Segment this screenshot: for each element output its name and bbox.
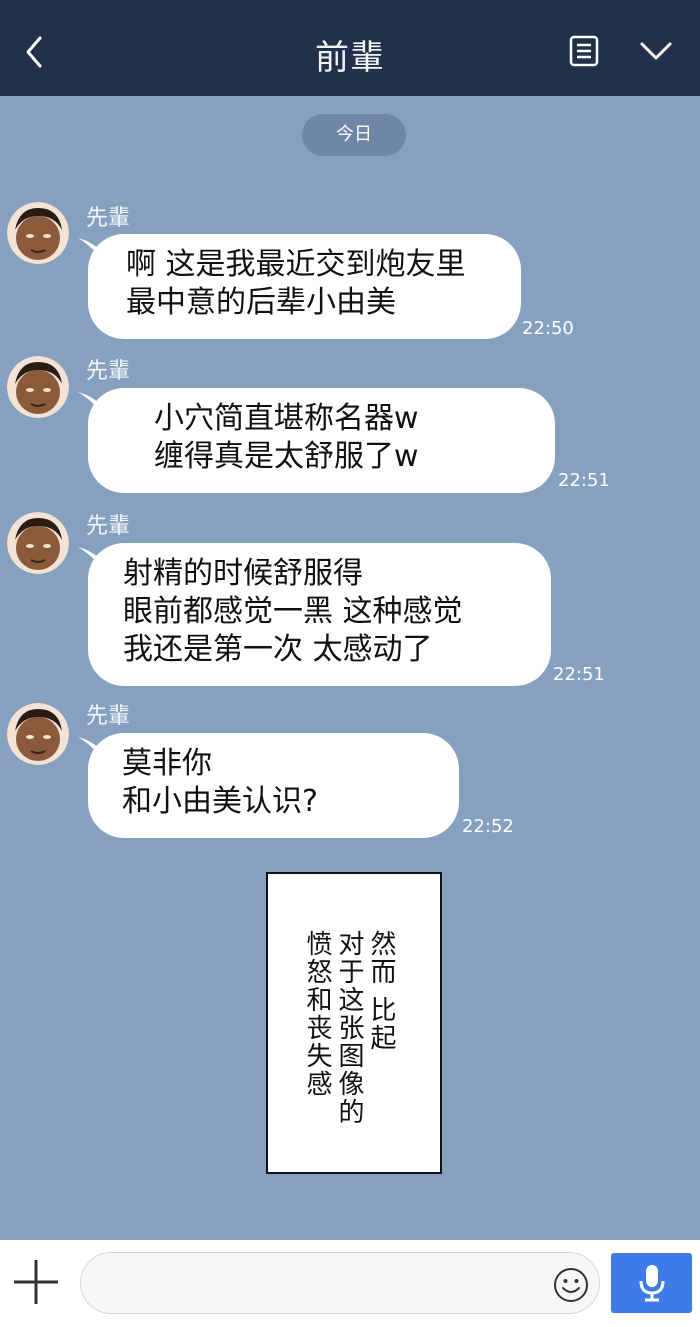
message-time: 22:52	[462, 816, 514, 837]
message-bubble: 小穴简直堪称名器w 缠得真是太舒服了w	[88, 388, 555, 493]
plus-icon[interactable]	[10, 1256, 62, 1308]
notes-icon[interactable]	[567, 34, 601, 68]
chat-header: 前輩	[0, 0, 700, 96]
voice-button[interactable]	[611, 1253, 692, 1313]
message-bubble: 莫非你 和小由美认识?	[88, 733, 459, 838]
message-bubble: 射精的时候舒服得 眼前都感觉一黑 这种感觉 我还是第一次 太感动了	[88, 543, 551, 686]
message-input[interactable]	[80, 1252, 600, 1314]
avatar-face-icon	[7, 512, 69, 574]
narration-panel: 然而 比起 对于这张图像的 愤怒和丧失感	[266, 872, 442, 1174]
chevron-down-icon[interactable]	[638, 38, 674, 64]
narration-line: 对于这张图像的	[334, 930, 364, 1126]
avatar[interactable]	[7, 202, 69, 264]
avatar-face-icon	[7, 356, 69, 418]
sender-name: 先輩	[86, 514, 131, 539]
avatar-face-icon	[7, 703, 69, 765]
message-time: 22:51	[558, 470, 610, 491]
message-time: 22:50	[522, 318, 574, 339]
avatar[interactable]	[7, 356, 69, 418]
date-divider: 今日	[302, 114, 406, 156]
message-time: 22:51	[553, 664, 605, 685]
sender-name: 先輩	[86, 359, 131, 384]
sender-name: 先輩	[86, 206, 131, 231]
microphone-icon	[639, 1265, 665, 1302]
message-bubble: 啊 这是我最近交到炮友里 最中意的后辈小由美	[88, 234, 521, 339]
input-bar	[0, 1240, 700, 1327]
narration-line: 愤怒和丧失感	[302, 930, 332, 1098]
sender-name: 先輩	[86, 704, 131, 729]
narration-line: 然而 比起	[366, 930, 396, 1053]
avatar[interactable]	[7, 703, 69, 765]
avatar[interactable]	[7, 512, 69, 574]
emoji-icon[interactable]	[553, 1267, 589, 1303]
avatar-face-icon	[7, 202, 69, 264]
